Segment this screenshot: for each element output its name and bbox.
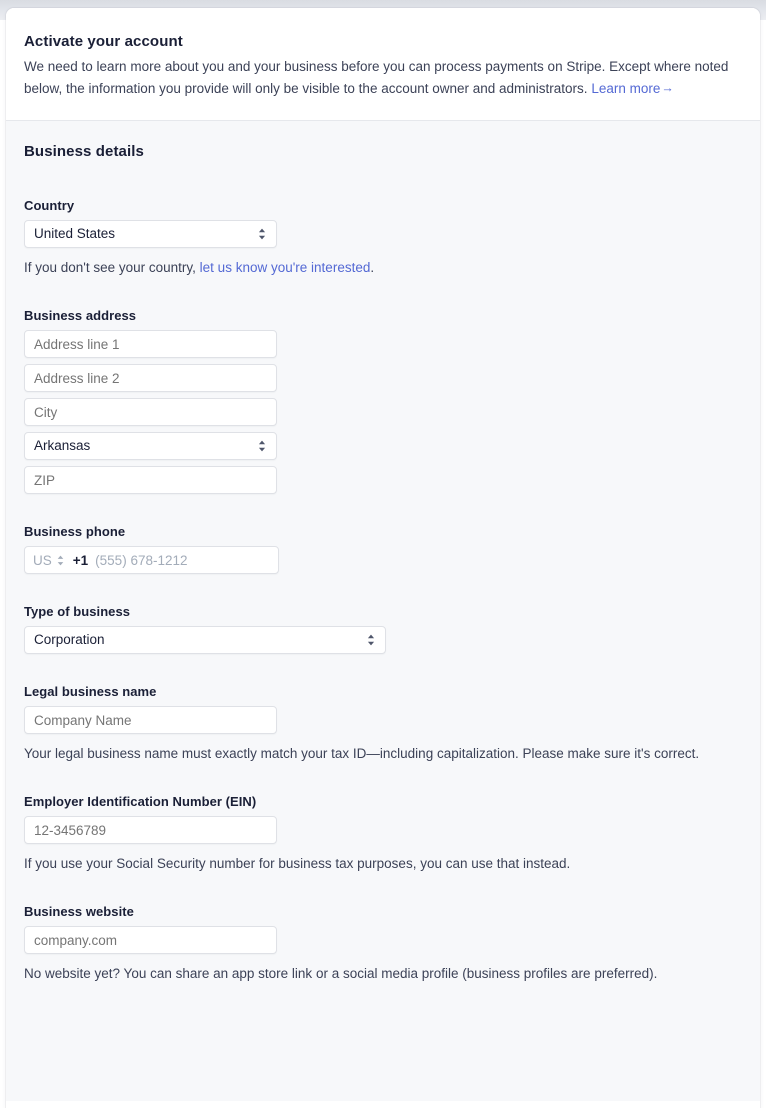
- business-website-input[interactable]: [24, 926, 277, 954]
- field-group-country: Country United States If you don't see y…: [24, 198, 742, 278]
- page-title: Activate your account: [24, 33, 183, 50]
- learn-more-link[interactable]: Learn more: [591, 81, 660, 96]
- section-title-business-details: Business details: [24, 143, 144, 160]
- business-website-label: Business website: [24, 904, 134, 919]
- business-address-label: Business address: [24, 308, 137, 323]
- phone-dial-code: +1: [72, 552, 89, 568]
- field-group-business-address: Business address Arkansas: [24, 308, 742, 494]
- country-label: Country: [24, 198, 75, 213]
- card-body: Business details Country United States I…: [6, 121, 760, 1101]
- business-type-label: Type of business: [24, 604, 131, 619]
- business-type-select[interactable]: Corporation: [24, 626, 386, 654]
- business-type-value: Corporation: [34, 632, 105, 648]
- chevron-updown-icon: [56, 554, 65, 567]
- field-group-ein: Employer Identification Number (EIN) If …: [24, 794, 742, 874]
- card-header: Activate your account We need to learn m…: [6, 8, 760, 121]
- phone-country-selector[interactable]: US: [33, 553, 65, 568]
- address-state-value: Arkansas: [34, 438, 91, 454]
- address-line2-input[interactable]: [24, 364, 277, 392]
- phone-country-code: US: [33, 552, 52, 568]
- field-group-legal-business-name: Legal business name Your legal business …: [24, 684, 742, 764]
- chevron-updown-icon: [257, 439, 267, 453]
- header-description: We need to learn more about you and your…: [24, 56, 730, 100]
- address-field-stack: Arkansas: [24, 330, 742, 494]
- business-phone-input-wrapper[interactable]: US +1 (555) 678-1212: [24, 546, 279, 574]
- business-phone-label: Business phone: [24, 524, 126, 539]
- country-select-value: United States: [34, 226, 116, 242]
- country-help-suffix: .: [370, 260, 375, 275]
- business-website-help: No website yet? You can share an app sto…: [24, 966, 658, 981]
- legal-business-name-input[interactable]: [24, 706, 277, 734]
- field-group-business-phone: Business phone US +1 (555) 678-1212: [24, 524, 742, 574]
- country-help-text: If you don't see your country, let us kn…: [24, 257, 724, 278]
- address-zip-input[interactable]: [24, 466, 277, 494]
- country-select[interactable]: United States: [24, 220, 277, 248]
- address-state-select[interactable]: Arkansas: [24, 432, 277, 460]
- field-group-business-type: Type of business Corporation: [24, 604, 742, 654]
- chevron-updown-icon: [366, 633, 376, 647]
- arrow-right-icon: →: [661, 81, 674, 95]
- country-interest-link[interactable]: let us know you're interested: [200, 260, 371, 275]
- address-city-input[interactable]: [24, 398, 277, 426]
- legal-business-name-help: Your legal business name must exactly ma…: [24, 746, 700, 761]
- legal-business-name-label: Legal business name: [24, 684, 157, 699]
- country-help-prefix: If you don't see your country,: [24, 260, 200, 275]
- activate-account-card: Activate your account We need to learn m…: [6, 8, 760, 1108]
- ein-input[interactable]: [24, 816, 277, 844]
- ein-help: If you use your Social Security number f…: [24, 856, 571, 871]
- ein-label: Employer Identification Number (EIN): [24, 794, 257, 809]
- field-group-business-website: Business website No website yet? You can…: [24, 904, 742, 984]
- phone-number-input[interactable]: (555) 678-1212: [95, 553, 187, 568]
- address-line1-input[interactable]: [24, 330, 277, 358]
- chevron-updown-icon: [257, 227, 267, 241]
